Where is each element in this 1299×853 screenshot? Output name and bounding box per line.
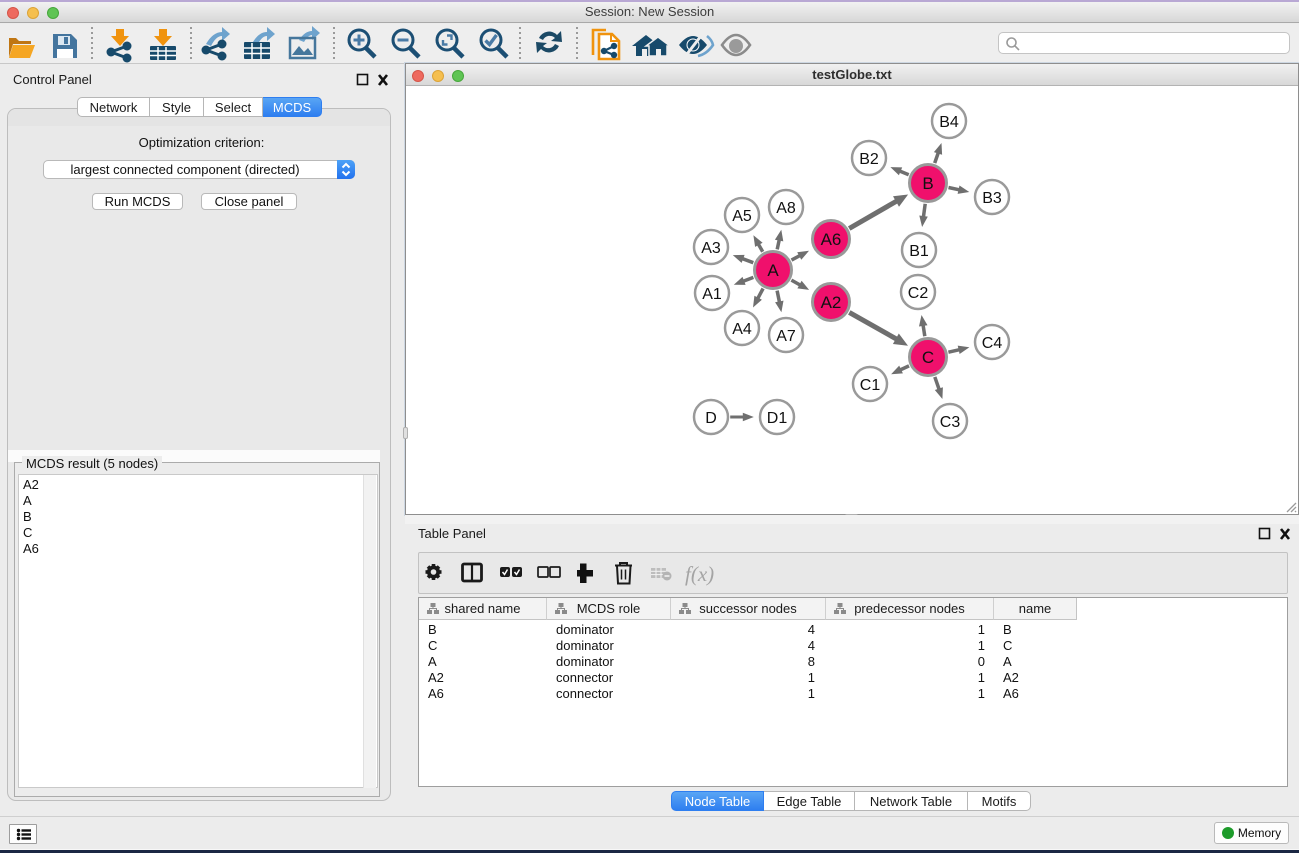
svg-text:C: C <box>922 348 934 367</box>
svg-text:A5: A5 <box>732 208 752 225</box>
svg-text:A1: A1 <box>702 286 722 303</box>
svg-text:C2: C2 <box>908 285 929 302</box>
svg-text:D: D <box>705 410 717 427</box>
svg-text:C1: C1 <box>860 377 881 394</box>
svg-text:B1: B1 <box>909 243 929 260</box>
svg-text:A: A <box>767 261 779 280</box>
svg-text:A4: A4 <box>732 321 752 338</box>
svg-text:B2: B2 <box>859 151 879 168</box>
svg-text:f(x): f(x) <box>685 562 714 586</box>
svg-text:C4: C4 <box>982 335 1003 352</box>
svg-text:A6: A6 <box>821 230 842 249</box>
svg-text:C3: C3 <box>940 414 961 431</box>
svg-text:B4: B4 <box>939 114 959 131</box>
svg-text:A7: A7 <box>776 328 796 345</box>
svg-text:D1: D1 <box>767 410 788 427</box>
svg-text:B3: B3 <box>982 190 1002 207</box>
svg-text:A3: A3 <box>701 240 721 257</box>
svg-text:A2: A2 <box>821 293 842 312</box>
svg-text:A8: A8 <box>776 200 796 217</box>
svg-text:B: B <box>922 174 933 193</box>
